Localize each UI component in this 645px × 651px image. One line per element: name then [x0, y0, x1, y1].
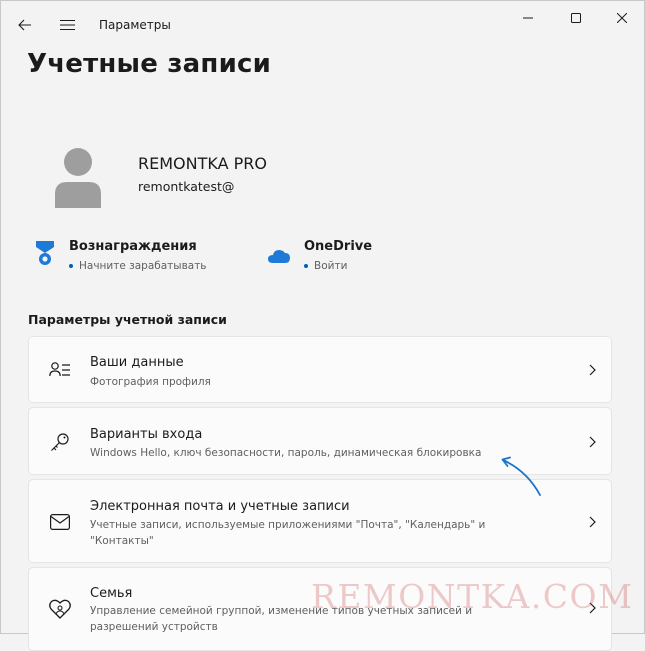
item-title: Семья — [90, 586, 133, 601]
rewards-subtitle: Начните зарабатывать — [79, 260, 207, 272]
chevron-right-icon — [586, 363, 600, 377]
annotation-arrow-icon — [497, 453, 543, 499]
page-title: Учетные записи — [27, 49, 272, 79]
hamburger-menu-icon[interactable] — [57, 15, 77, 35]
user-name: REMONTKA PRO — [138, 154, 267, 173]
close-button[interactable] — [599, 1, 645, 35]
chevron-right-icon — [586, 435, 600, 449]
back-arrow-icon[interactable] — [15, 15, 35, 35]
minimize-button[interactable] — [505, 1, 551, 35]
rewards-icon — [34, 239, 56, 269]
status-dot — [304, 264, 308, 268]
rewards-link[interactable]: Вознаграждения Начните зарабатывать — [34, 239, 207, 272]
item-title: Варианты входа — [90, 427, 203, 442]
rewards-title: Вознаграждения — [69, 239, 197, 254]
window-title: Параметры — [99, 18, 171, 32]
item-desc: Учетные записи, используемые приложениям… — [90, 519, 486, 547]
onedrive-link[interactable]: OneDrive Войти — [268, 239, 372, 272]
onedrive-title: OneDrive — [304, 239, 373, 254]
person-info-icon — [49, 359, 71, 381]
title-bar: Параметры — [1, 1, 644, 49]
item-title: Электронная почта и учетные записи — [90, 499, 350, 514]
chevron-right-icon — [586, 515, 600, 529]
watermark: REMONTKA.COM — [311, 577, 634, 616]
onedrive-icon — [268, 239, 290, 269]
item-title: Ваши данные — [90, 355, 184, 370]
maximize-button[interactable] — [553, 1, 599, 35]
avatar — [53, 146, 103, 208]
family-heart-icon — [49, 598, 71, 620]
user-email: remontkatest@ — [138, 179, 235, 194]
item-desc: Windows Hello, ключ безопасности, пароль… — [90, 447, 482, 459]
section-header: Параметры учетной записи — [28, 312, 227, 327]
mail-icon — [49, 511, 71, 533]
status-dot — [69, 264, 73, 268]
settings-item-your-info[interactable]: Ваши данные Фотография профиля — [28, 336, 612, 403]
key-icon — [49, 431, 71, 453]
onedrive-subtitle: Войти — [314, 260, 348, 272]
item-desc: Фотография профиля — [90, 376, 211, 388]
